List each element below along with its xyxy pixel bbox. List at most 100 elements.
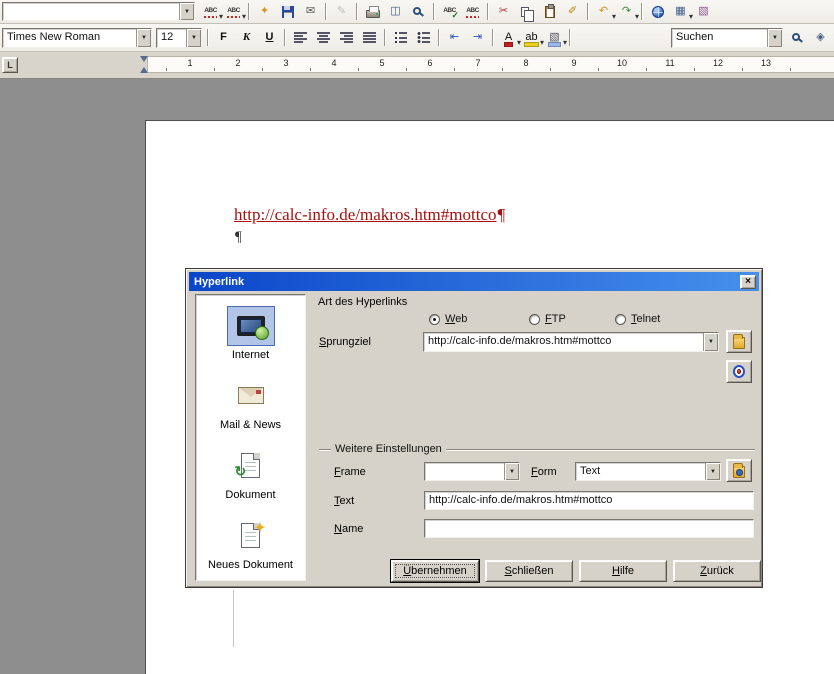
- frame-value: [425, 463, 504, 480]
- ruler-number: 9: [550, 58, 598, 68]
- category-dokument[interactable]: Dokument: [196, 438, 305, 508]
- search-value: Suchen: [672, 29, 767, 47]
- zoom-icon[interactable]: [407, 1, 430, 22]
- align-center-icon[interactable]: [312, 27, 335, 48]
- standard-toolbar-icons: ABCABC✦✉✎◫ABCABC✂✐↶↷▦▧: [199, 0, 715, 23]
- copy-icon[interactable]: [515, 1, 538, 22]
- decrease-indent-icon[interactable]: ⇤: [443, 27, 466, 48]
- radio-telnet[interactable]: Telnet: [615, 313, 660, 325]
- internet-icon: [237, 316, 265, 336]
- category-neues-dokument[interactable]: Neues Dokument: [196, 508, 305, 578]
- back-button[interactable]: Zurück: [673, 560, 761, 582]
- name-field[interactable]: [424, 519, 754, 538]
- chevron-down-icon[interactable]: [136, 29, 151, 47]
- radio-icon[interactable]: [615, 314, 626, 325]
- chevron-down-icon[interactable]: [179, 3, 194, 20]
- paste-icon[interactable]: [538, 1, 561, 22]
- events-button[interactable]: [726, 459, 752, 482]
- font-size-value: 12: [157, 29, 186, 47]
- refresh-overlay-icon: [235, 464, 247, 479]
- increase-indent-icon[interactable]: ⇥: [466, 27, 489, 48]
- page-preview-icon[interactable]: ◫: [384, 1, 407, 22]
- navigator-icon[interactable]: ◈: [809, 27, 832, 48]
- underline-icon[interactable]: U: [258, 27, 281, 48]
- chevron-down-icon[interactable]: [504, 463, 519, 480]
- italic-icon[interactable]: K: [235, 27, 258, 48]
- bold-icon[interactable]: F: [212, 27, 235, 48]
- hyperlink-text[interactable]: http://calc-info.de/makros.htm#mottco: [234, 205, 497, 224]
- autocorrect-icon[interactable]: ABC: [199, 1, 222, 22]
- mail-news-icon: [238, 387, 264, 404]
- radio-web[interactable]: Web: [429, 313, 529, 325]
- separator: [381, 27, 389, 48]
- send-mail-icon[interactable]: ✉: [299, 1, 322, 22]
- left-indent-marker[interactable]: [140, 67, 148, 73]
- horizontal-ruler[interactable]: L 12345678910111213: [0, 52, 834, 79]
- star-overlay-icon: [255, 521, 266, 535]
- print-icon[interactable]: [361, 1, 384, 22]
- undo-icon[interactable]: ↶: [592, 1, 615, 22]
- chevron-down-icon[interactable]: [767, 29, 782, 47]
- edit-file-icon[interactable]: ✎: [330, 1, 353, 22]
- spellcheck-icon[interactable]: ABC: [438, 1, 461, 22]
- separator: [281, 27, 289, 48]
- bullets-icon[interactable]: [412, 27, 435, 48]
- hyperlink-type-radios: Web FTP Telnet: [429, 313, 660, 325]
- gallery-icon[interactable]: ▧: [692, 1, 715, 22]
- highlight-icon[interactable]: ab: [520, 27, 543, 48]
- align-right-icon[interactable]: [335, 27, 358, 48]
- tab-stop-selector[interactable]: L: [2, 57, 18, 73]
- close-button[interactable]: Schließen: [485, 560, 573, 582]
- numbering-icon[interactable]: [389, 27, 412, 48]
- align-left-icon[interactable]: [289, 27, 312, 48]
- radio-icon[interactable]: [529, 314, 540, 325]
- dialog-titlebar[interactable]: Hyperlink ×: [189, 272, 759, 291]
- text-field[interactable]: http://calc-info.de/makros.htm#mottco: [424, 491, 754, 510]
- hyperlink-icon[interactable]: [646, 1, 669, 22]
- redo-icon[interactable]: ↷: [615, 1, 638, 22]
- category-mail-news[interactable]: Mail & News: [196, 368, 305, 438]
- find-replace-icon[interactable]: [786, 27, 809, 48]
- autospellcheck-icon[interactable]: ABC: [461, 1, 484, 22]
- category-internet[interactable]: Internet: [196, 298, 305, 368]
- separator: [353, 1, 361, 22]
- frame-combobox[interactable]: [424, 462, 520, 481]
- search-combobox[interactable]: Suchen: [671, 28, 783, 48]
- chevron-down-icon[interactable]: [705, 463, 720, 480]
- url-combobox[interactable]: [2, 2, 195, 21]
- chevron-down-icon[interactable]: [703, 333, 718, 351]
- url-combobox-value: [3, 3, 179, 20]
- font-size-combobox[interactable]: 12: [156, 28, 202, 48]
- formatting-toolbar-icons: FKU ⇤⇥ Aab▧: [204, 24, 574, 51]
- autotext-icon[interactable]: ABC: [222, 1, 245, 22]
- ruler-ticks: [166, 68, 826, 71]
- font-name-combobox[interactable]: Times New Roman: [2, 28, 152, 48]
- first-line-indent-marker[interactable]: [140, 56, 148, 62]
- apply-button[interactable]: Übernehmen: [391, 560, 479, 582]
- chevron-down-icon[interactable]: [186, 29, 201, 47]
- save-icon[interactable]: [276, 1, 299, 22]
- justify-icon[interactable]: [358, 27, 381, 48]
- target-in-document-button[interactable]: [726, 360, 752, 383]
- name-label: Name: [334, 523, 363, 535]
- more-settings-label: Weitere Einstellungen: [331, 443, 446, 455]
- formatting-toolbar: Times New Roman 12 FKU ⇤⇥ Aab▧ Suchen ◈: [0, 24, 834, 52]
- hyperlink-dialog: Hyperlink × Internet Mail & News Dokumen…: [185, 268, 763, 588]
- target-combobox[interactable]: http://calc-info.de/makros.htm#mottco: [423, 332, 719, 352]
- close-icon[interactable]: ×: [740, 275, 756, 289]
- background-color-icon[interactable]: ▧: [543, 27, 566, 48]
- radio-ftp[interactable]: FTP: [529, 313, 615, 325]
- ruler-numbers: 12345678910111213: [166, 58, 790, 68]
- folder-icon: [733, 337, 745, 349]
- help-button[interactable]: Hilfe: [579, 560, 667, 582]
- ruler-number: 10: [598, 58, 646, 68]
- hyperlink-paragraph[interactable]: http://calc-info.de/makros.htm#mottco¶: [234, 205, 505, 225]
- font-color-icon[interactable]: A: [497, 27, 520, 48]
- paintbrush-icon[interactable]: ✐: [561, 1, 584, 22]
- browse-button[interactable]: [726, 330, 752, 353]
- new-doc-wizard-icon[interactable]: ✦: [253, 1, 276, 22]
- insert-table-icon[interactable]: ▦: [669, 1, 692, 22]
- radio-icon[interactable]: [429, 314, 440, 325]
- cut-icon[interactable]: ✂: [492, 1, 515, 22]
- form-combobox[interactable]: Text: [575, 462, 721, 481]
